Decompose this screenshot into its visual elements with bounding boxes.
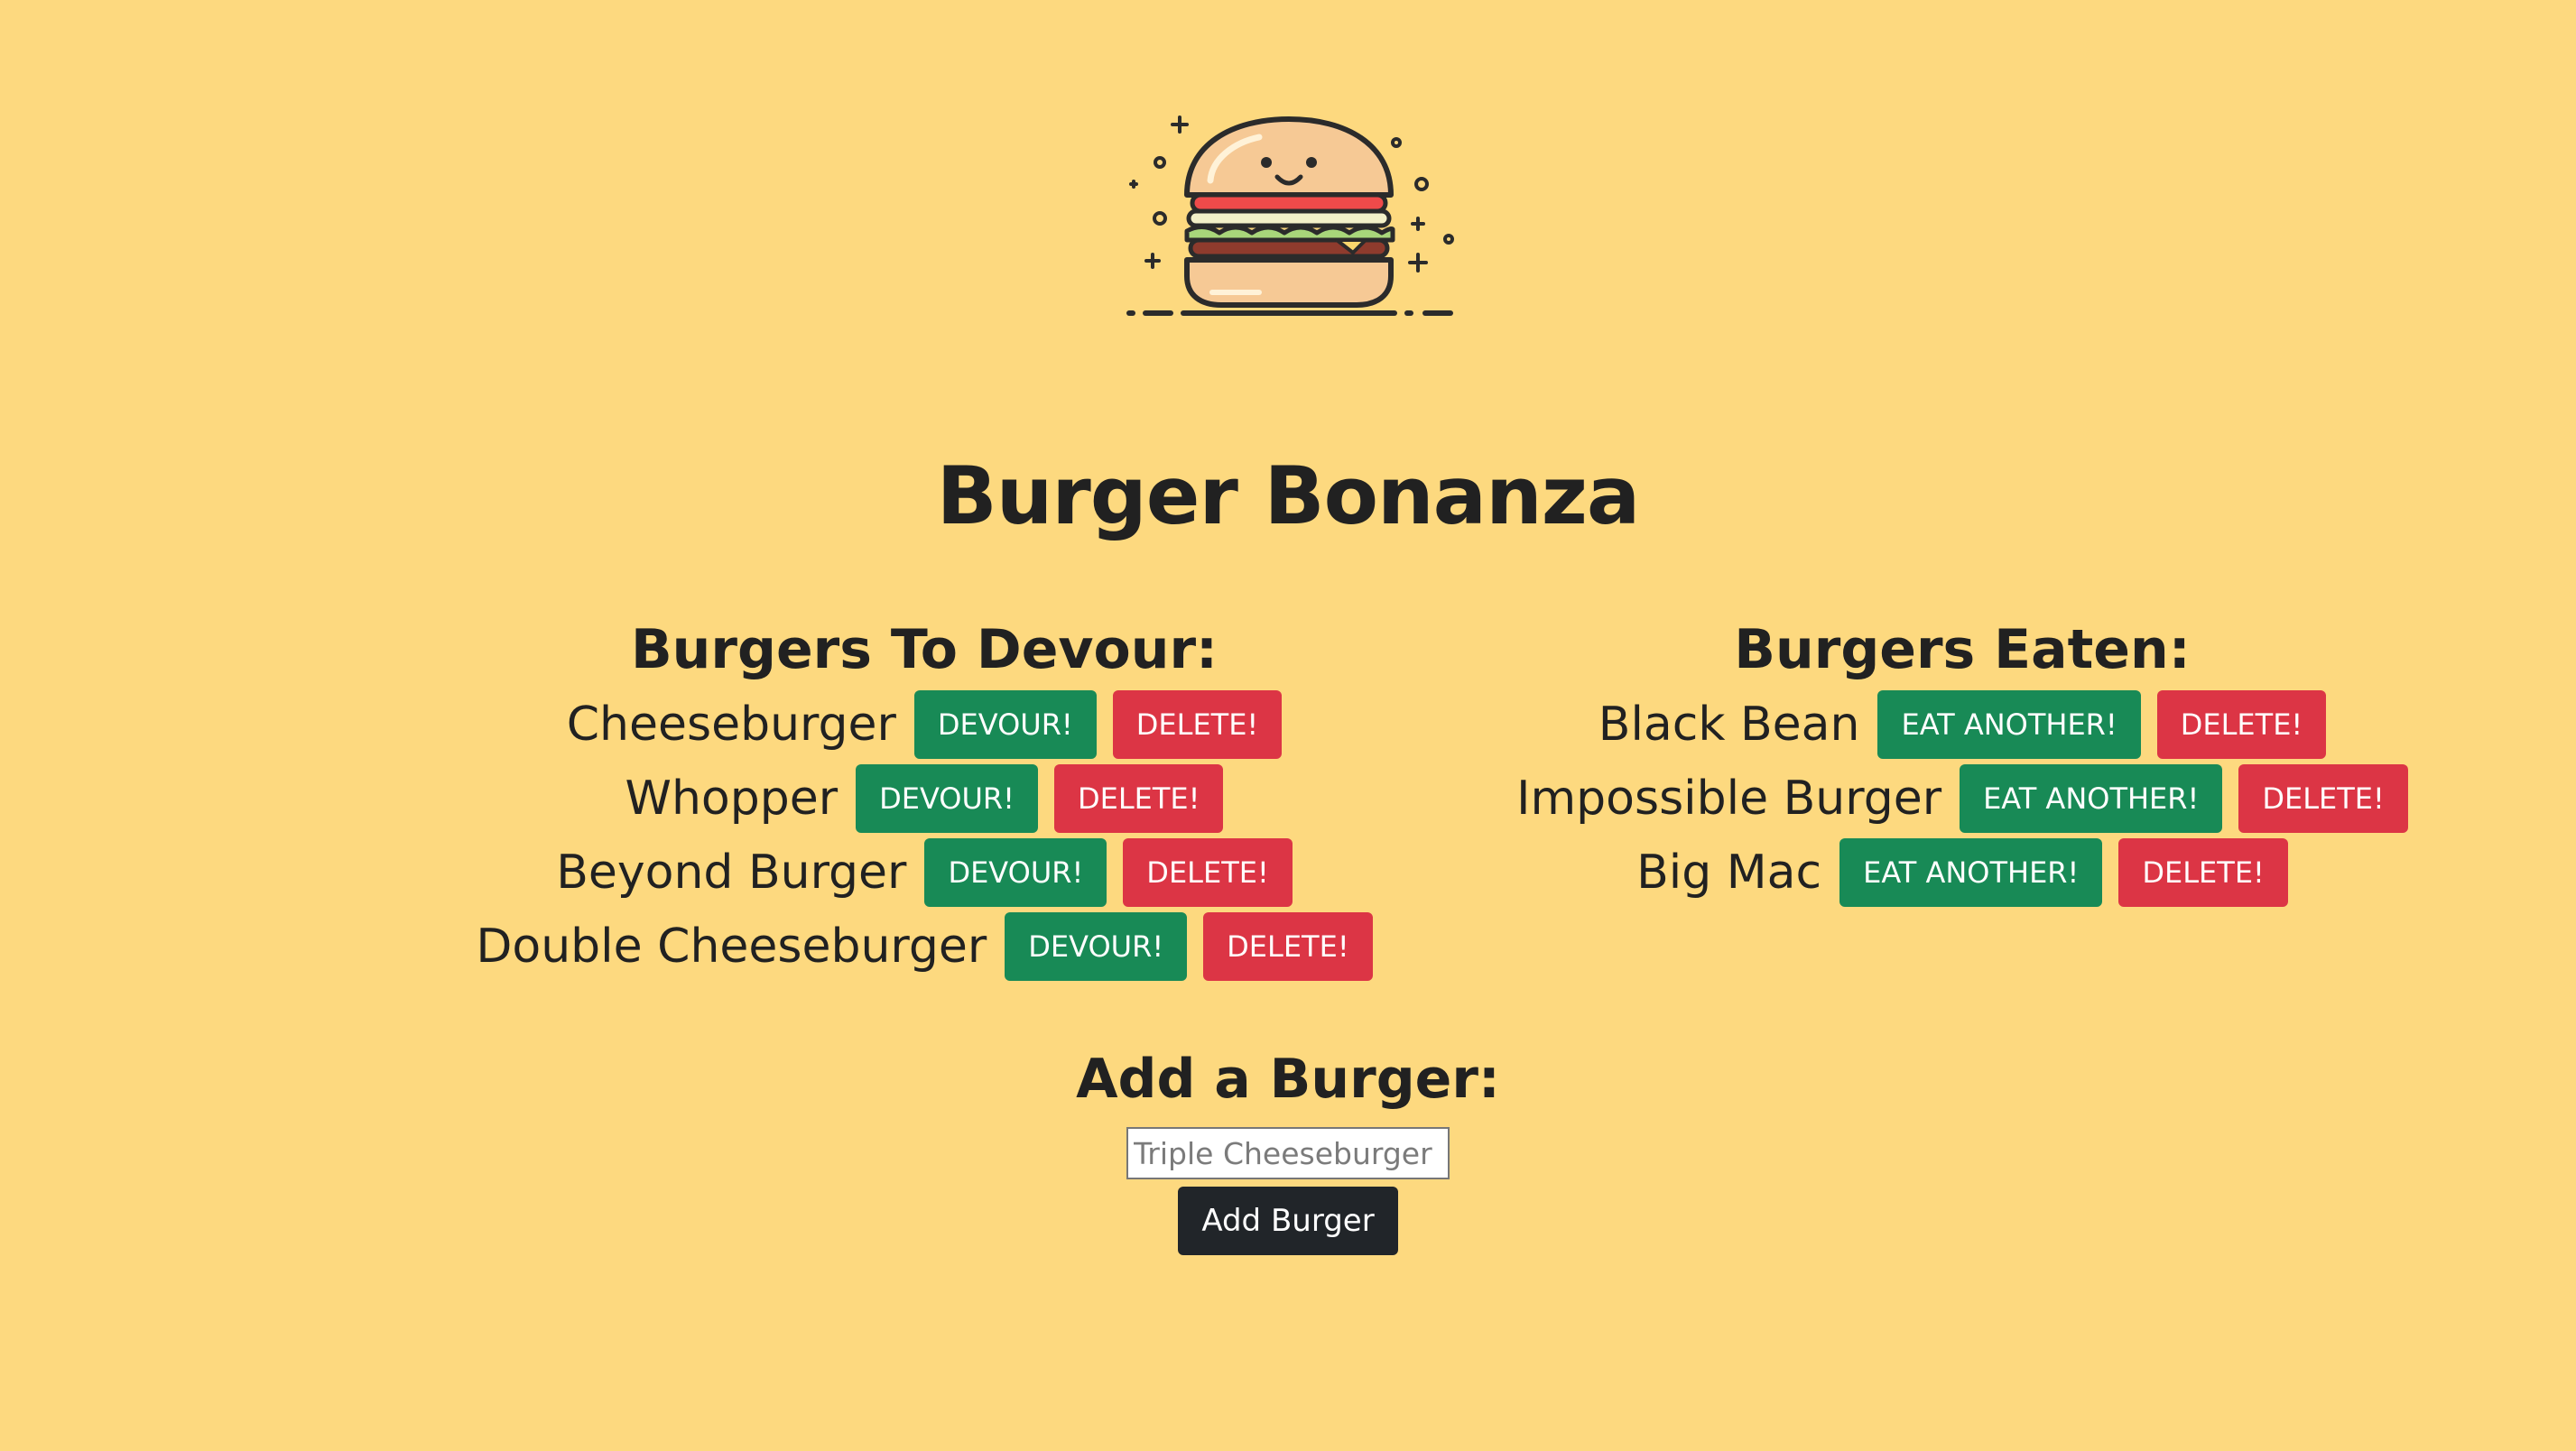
burger-name: Big Mac (1636, 846, 1822, 900)
delete-button[interactable]: DELETE! (2118, 838, 2288, 907)
to-devour-list: Burgers To Devour: Cheeseburger DEVOUR! … (343, 614, 1506, 984)
delete-button[interactable]: DELETE! (2238, 764, 2408, 833)
burger-name: Impossible Burger (1516, 772, 1942, 826)
list-item: Big Mac EAT ANOTHER! DELETE! (1381, 836, 2544, 910)
devour-button[interactable]: DEVOUR! (856, 764, 1038, 833)
burger-name-input[interactable] (1126, 1127, 1450, 1179)
add-burger-form: Add a Burger: Add Burger (0, 1042, 2576, 1255)
to-devour-heading: Burgers To Devour: (630, 618, 1219, 681)
list-item: Black Bean EAT ANOTHER! DELETE! (1381, 688, 2544, 762)
devour-button[interactable]: DEVOUR! (924, 838, 1107, 907)
eaten-heading: Burgers Eaten: (1734, 618, 2191, 681)
list-item: Impossible Burger EAT ANOTHER! DELETE! (1381, 762, 2544, 836)
burger-name: Double Cheeseburger (476, 920, 987, 974)
list-item: Whopper DEVOUR! DELETE! (343, 762, 1506, 836)
page: Burger Bonanza Burgers To Devour: Cheese… (0, 0, 2576, 1451)
burger-name: Whopper (625, 772, 839, 826)
eat-another-button[interactable]: EAT ANOTHER! (1960, 764, 2223, 833)
delete-button[interactable]: DELETE! (1112, 690, 1283, 759)
devour-button[interactable]: DEVOUR! (913, 690, 1097, 759)
list-item: Cheeseburger DEVOUR! DELETE! (343, 688, 1506, 762)
delete-button[interactable]: DELETE! (1203, 912, 1373, 981)
add-burger-button[interactable]: Add Burger (1178, 1187, 1398, 1255)
delete-button[interactable]: DELETE! (1053, 764, 1224, 833)
list-item: Beyond Burger DEVOUR! DELETE! (343, 836, 1506, 910)
page-title: Burger Bonanza (936, 449, 1641, 542)
add-burger-heading: Add a Burger: (1076, 1048, 1500, 1111)
smiling-burger-icon (1124, 108, 1458, 325)
burger-name: Cheeseburger (566, 698, 896, 752)
burger-name: Beyond Burger (556, 846, 907, 900)
devour-button[interactable]: DEVOUR! (1005, 912, 1188, 981)
eat-another-button[interactable]: EAT ANOTHER! (1877, 690, 2141, 759)
delete-button[interactable]: DELETE! (2156, 690, 2327, 759)
list-item: Double Cheeseburger DEVOUR! DELETE! (343, 910, 1506, 984)
eaten-list: Burgers Eaten: Black Bean EAT ANOTHER! D… (1381, 614, 2544, 910)
delete-button[interactable]: DELETE! (1123, 838, 1293, 907)
eat-another-button[interactable]: EAT ANOTHER! (1839, 838, 2103, 907)
burger-name: Black Bean (1598, 698, 1860, 752)
